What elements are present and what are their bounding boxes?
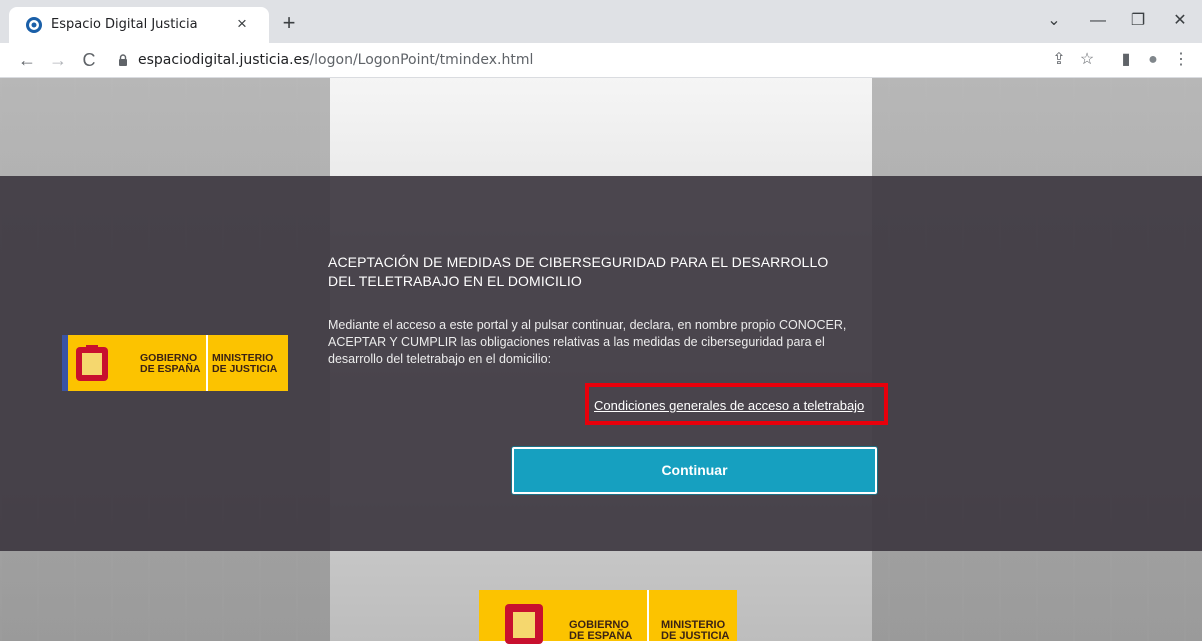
lock-icon[interactable]: [118, 54, 128, 66]
side-panel-icon[interactable]: ▮: [1113, 47, 1139, 73]
footer-logo-divider: [647, 590, 649, 641]
address-bar[interactable]: espaciodigital.justicia.es/logon/LogonPo…: [108, 46, 1034, 74]
logo-divider: [206, 335, 208, 391]
terms-link[interactable]: Condiciones generales de acceso a teletr…: [594, 398, 864, 413]
bookmark-star-icon[interactable]: ☆: [1074, 47, 1100, 73]
logo-ministerio-text: MINISTERIO DE JUSTICIA: [212, 352, 278, 375]
url-host: espaciodigital.justicia.es: [138, 52, 310, 68]
browser-tab[interactable]: Espacio Digital Justicia ×: [9, 7, 269, 43]
site-favicon-icon: [26, 17, 42, 33]
url-text[interactable]: espaciodigital.justicia.es/logon/LogonPo…: [138, 52, 533, 68]
tab-close-icon[interactable]: ×: [231, 13, 253, 35]
back-icon[interactable]: ←: [14, 47, 40, 73]
close-window-icon[interactable]: ✕: [1163, 8, 1197, 34]
tab-search-icon[interactable]: ⌄: [1037, 8, 1071, 34]
footer-logo-ministerio-text: MINISTERIO DE JUSTICIA: [661, 619, 730, 642]
footer-coat-of-arms-icon: [505, 604, 543, 644]
declaration-text: Mediante el acceso a este portal y al pu…: [328, 318, 847, 366]
page-title: ACEPTACIÓN DE MEDIDAS DE CIBERSEGURIDAD …: [328, 254, 829, 289]
forward-icon[interactable]: →: [45, 47, 71, 73]
footer-logo: GOBIERNO DE ESPAÑA MINISTERIO DE JUSTICI…: [479, 590, 737, 644]
coat-of-arms-icon: [76, 345, 108, 381]
tab-title: Espacio Digital Justicia: [51, 17, 198, 32]
share-icon[interactable]: ⇪: [1046, 47, 1072, 73]
url-path: /logon/LogonPoint/tmindex.html: [309, 52, 534, 68]
reload-icon[interactable]: C: [76, 47, 102, 73]
restore-icon[interactable]: ❐: [1121, 8, 1155, 34]
minimize-icon[interactable]: —: [1081, 8, 1115, 34]
continue-button[interactable]: Continuar: [512, 447, 877, 494]
tab-strip: Espacio Digital Justicia × + ⌄ — ❐ ✕: [0, 0, 1202, 43]
footer-logo-gobierno-text: GOBIERNO DE ESPAÑA: [569, 619, 633, 642]
browser-toolbar: ← → C espaciodigital.justicia.es/logon/L…: [0, 43, 1202, 78]
flag-stripe: [62, 335, 68, 391]
new-tab-button[interactable]: +: [276, 11, 302, 37]
profile-avatar-icon[interactable]: ●: [1140, 47, 1166, 73]
gobierno-ministerio-logo: GOBIERNO DE ESPAÑA MINISTERIO DE JUSTICI…: [62, 335, 288, 391]
logo-gobierno-text: GOBIERNO DE ESPAÑA: [140, 352, 201, 375]
browser-menu-icon[interactable]: ⋮: [1168, 47, 1194, 73]
